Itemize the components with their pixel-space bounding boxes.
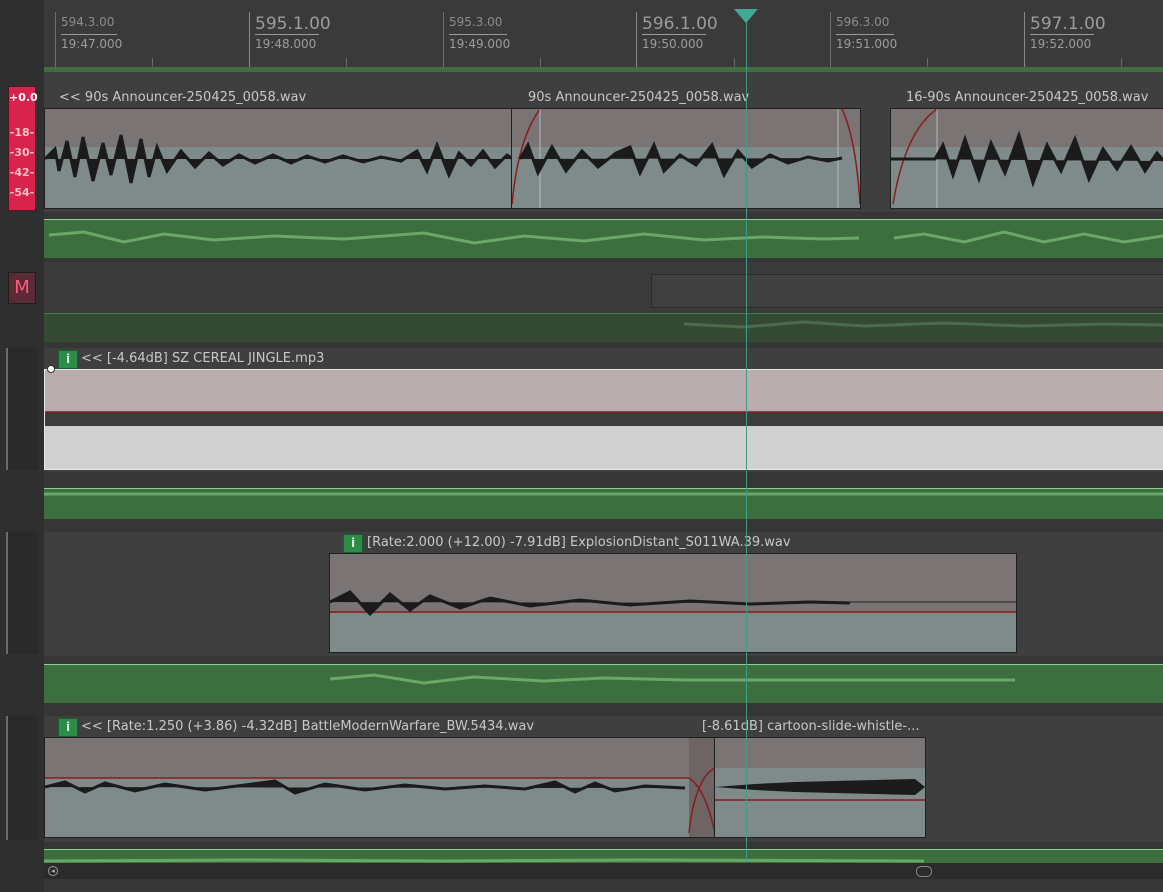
envelope-waveform	[329, 673, 1015, 685]
ruler-time-label: 19:51.000	[836, 37, 898, 51]
clip-title: 16-90s Announcer-250425_0058.wav	[906, 90, 1149, 105]
info-icon[interactable]: i	[58, 350, 78, 369]
ruler-time-label: 19:50.000	[642, 37, 704, 51]
waveform	[45, 134, 513, 184]
envelope-lane-1[interactable]	[44, 219, 1163, 258]
meter-tick: -54-	[9, 186, 35, 199]
audio-clip[interactable]	[511, 108, 861, 209]
clip-title: 90s Announcer-250425_0058.wav	[528, 90, 750, 105]
ruler-major-label: 597.1.00	[1030, 14, 1106, 34]
audio-clip-selected[interactable]	[44, 369, 1163, 470]
playhead-line[interactable]	[746, 18, 747, 862]
waveform	[330, 590, 1016, 617]
ruler-tick	[443, 12, 444, 67]
muted-clip[interactable]	[651, 274, 1163, 308]
envelope-waveform	[44, 492, 1163, 496]
meter-peak-label: +0.0	[9, 91, 38, 104]
waveform	[45, 738, 715, 837]
horizontal-scrollbar[interactable]: ◂	[44, 863, 1163, 879]
envelope-lane-3[interactable]	[44, 488, 1163, 519]
ruler-tick	[1024, 12, 1025, 67]
waveform	[891, 109, 1163, 208]
ruler-time-label: 19:47.000	[61, 37, 123, 51]
ruler-major-label: 595.1.00	[255, 14, 331, 34]
ruler-minor-label: 595.3.00	[449, 15, 503, 29]
track-color-bar-5	[6, 716, 38, 840]
audio-clip[interactable]	[44, 737, 716, 838]
ruler-underline	[61, 34, 117, 35]
level-meter: +0.0 -18- -30- -42- -54-	[8, 86, 38, 211]
ruler-tick	[636, 12, 637, 67]
clip-title: << 90s Announcer-250425_0058.wav	[59, 90, 307, 105]
ruler-tick	[830, 12, 831, 67]
ruler-time-label: 19:49.000	[449, 37, 511, 51]
envelope-handle[interactable]	[47, 365, 55, 373]
clip-title: << [-4.64dB] SZ CEREAL JINGLE.mp3	[81, 351, 325, 366]
audio-clip[interactable]	[329, 553, 1017, 653]
envelope-waveform	[48, 230, 1163, 245]
audio-clip[interactable]	[44, 108, 514, 209]
ruler-underline	[642, 34, 706, 35]
playhead-marker-icon[interactable]	[734, 9, 758, 23]
envelope-lane-5[interactable]	[44, 849, 1163, 864]
ruler-major-label: 596.1.00	[642, 14, 718, 34]
ruler-underline	[449, 34, 507, 35]
info-icon[interactable]: i	[58, 718, 78, 737]
audio-clip[interactable]	[890, 108, 1163, 209]
clip-title: [-8.61dB] cartoon-slide-whistle-...	[702, 719, 920, 734]
ruler-time-label: 19:52.000	[1030, 37, 1092, 51]
ruler-minor-label: 594.3.00	[61, 15, 115, 29]
scroll-thumb-handle[interactable]	[916, 866, 932, 877]
ruler-minor-label: 596.3.00	[836, 15, 890, 29]
meter-tick: -30-	[9, 146, 35, 159]
waveform	[45, 411, 1163, 426]
ruler-underline	[836, 34, 894, 35]
mute-button[interactable]: M	[8, 272, 36, 304]
timeline-ruler[interactable]: 594.3.00 19:47.000 595.1.00 19:48.000 59…	[44, 0, 1163, 68]
ruler-underline	[1030, 34, 1094, 35]
envelope-lane-4[interactable]	[44, 664, 1163, 703]
ruler-tick	[249, 12, 250, 67]
waveform	[512, 109, 860, 208]
ruler-time-label: 19:48.000	[255, 37, 317, 51]
envelope-waveform	[683, 320, 1163, 329]
ruler-underline	[255, 34, 319, 35]
track-color-bar-4	[6, 532, 38, 654]
meter-tick: -18-	[9, 126, 35, 139]
scroll-left-icon[interactable]: ◂	[48, 866, 58, 876]
envelope-waveform	[44, 858, 925, 863]
info-icon[interactable]: i	[343, 534, 363, 553]
track-color-bar-3	[6, 348, 38, 470]
ruler-tick	[55, 12, 56, 67]
clip-title: << [Rate:1.250 (+3.86) -4.32dB] BattleMo…	[81, 719, 535, 734]
meter-tick: -42-	[9, 166, 35, 179]
clip-title: [Rate:2.000 (+12.00) -7.91dB] ExplosionD…	[367, 535, 791, 550]
envelope-lane-2[interactable]	[44, 313, 1163, 342]
